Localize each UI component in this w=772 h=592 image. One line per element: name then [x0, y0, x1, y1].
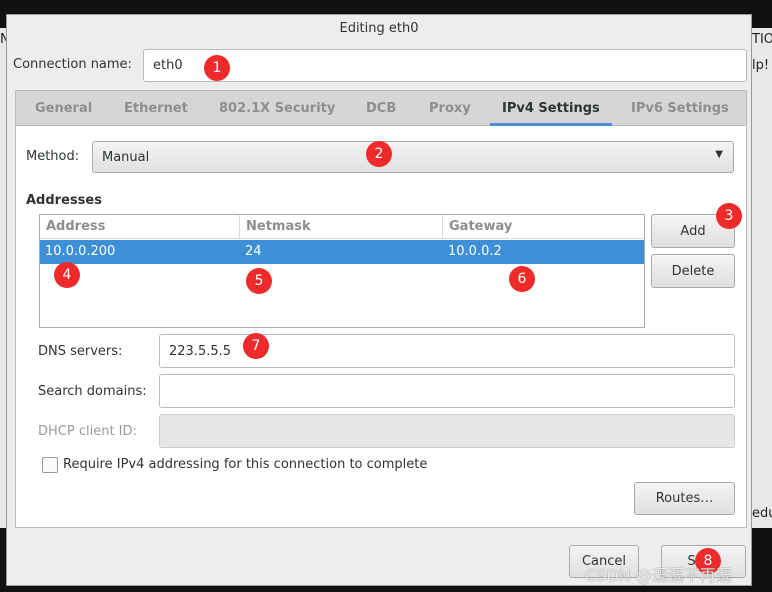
connection-name-label: Connection name:: [13, 57, 132, 72]
table-row[interactable]: 10.0.0.200 24 10.0.0.2: [40, 240, 644, 264]
bg-text: lp!: [752, 58, 770, 73]
require-ipv4-checkbox[interactable]: [42, 457, 58, 473]
annotation-badge: 3: [716, 203, 742, 229]
require-ipv4-label[interactable]: Require IPv4 addressing for this connect…: [63, 457, 427, 472]
chevron-down-icon: ▼: [715, 149, 723, 160]
method-label: Method:: [26, 149, 80, 164]
dns-servers-value: 223.5.5.5: [169, 343, 232, 359]
delete-button[interactable]: Delete: [651, 254, 735, 288]
gateway-cell[interactable]: 10.0.0.2: [443, 240, 502, 264]
column-header-gateway[interactable]: Gateway: [443, 215, 644, 239]
annotation-badge: 7: [243, 333, 269, 359]
tab-dcb[interactable]: DCB: [366, 91, 396, 126]
method-value: Manual: [102, 149, 150, 165]
dhcp-client-id-label: DHCP client ID:: [38, 424, 137, 439]
watermark: CSDN @逗逗不再逗: [585, 566, 732, 585]
column-header-address[interactable]: Address: [40, 215, 240, 239]
routes-button[interactable]: Routes…: [634, 482, 735, 515]
tab-ipv4-settings[interactable]: IPv4 Settings: [490, 91, 612, 126]
addresses-table: Address Netmask Gateway 10.0.0.200 24 10…: [39, 214, 645, 328]
bg-text: edu: [752, 506, 772, 521]
annotation-badge: 5: [246, 268, 272, 294]
dhcp-client-id-input: [159, 414, 735, 448]
annotation-badge: 4: [54, 262, 80, 288]
address-cell[interactable]: 10.0.0.200: [40, 240, 115, 264]
method-dropdown[interactable]: Manual ▼: [92, 141, 734, 173]
connection-name-value: eth0: [153, 58, 183, 73]
tab-bar: General Ethernet 802.1X Security DCB Pro…: [16, 91, 746, 126]
bg-text: TIO: [752, 32, 772, 47]
connection-name-input[interactable]: eth0: [143, 49, 747, 82]
annotation-badge: 6: [509, 266, 535, 292]
annotation-badge: 2: [366, 141, 392, 167]
column-header-netmask[interactable]: Netmask: [240, 215, 443, 239]
tab-8021x-security[interactable]: 802.1X Security: [219, 91, 335, 126]
tab-general[interactable]: General: [35, 91, 92, 126]
dns-servers-label: DNS servers:: [38, 344, 123, 359]
tab-ethernet[interactable]: Ethernet: [124, 91, 188, 126]
tab-ipv6-settings[interactable]: IPv6 Settings: [631, 91, 729, 126]
netmask-cell[interactable]: 24: [240, 240, 262, 264]
dialog-title: Editing eth0: [339, 21, 419, 36]
tab-proxy[interactable]: Proxy: [429, 91, 471, 126]
annotation-badge: 1: [204, 55, 230, 81]
addresses-heading: Addresses: [26, 193, 102, 208]
search-domains-label: Search domains:: [38, 384, 147, 399]
search-domains-input[interactable]: [159, 374, 735, 408]
editing-dialog: Editing eth0 Connection name: eth0 Gener…: [6, 14, 752, 586]
